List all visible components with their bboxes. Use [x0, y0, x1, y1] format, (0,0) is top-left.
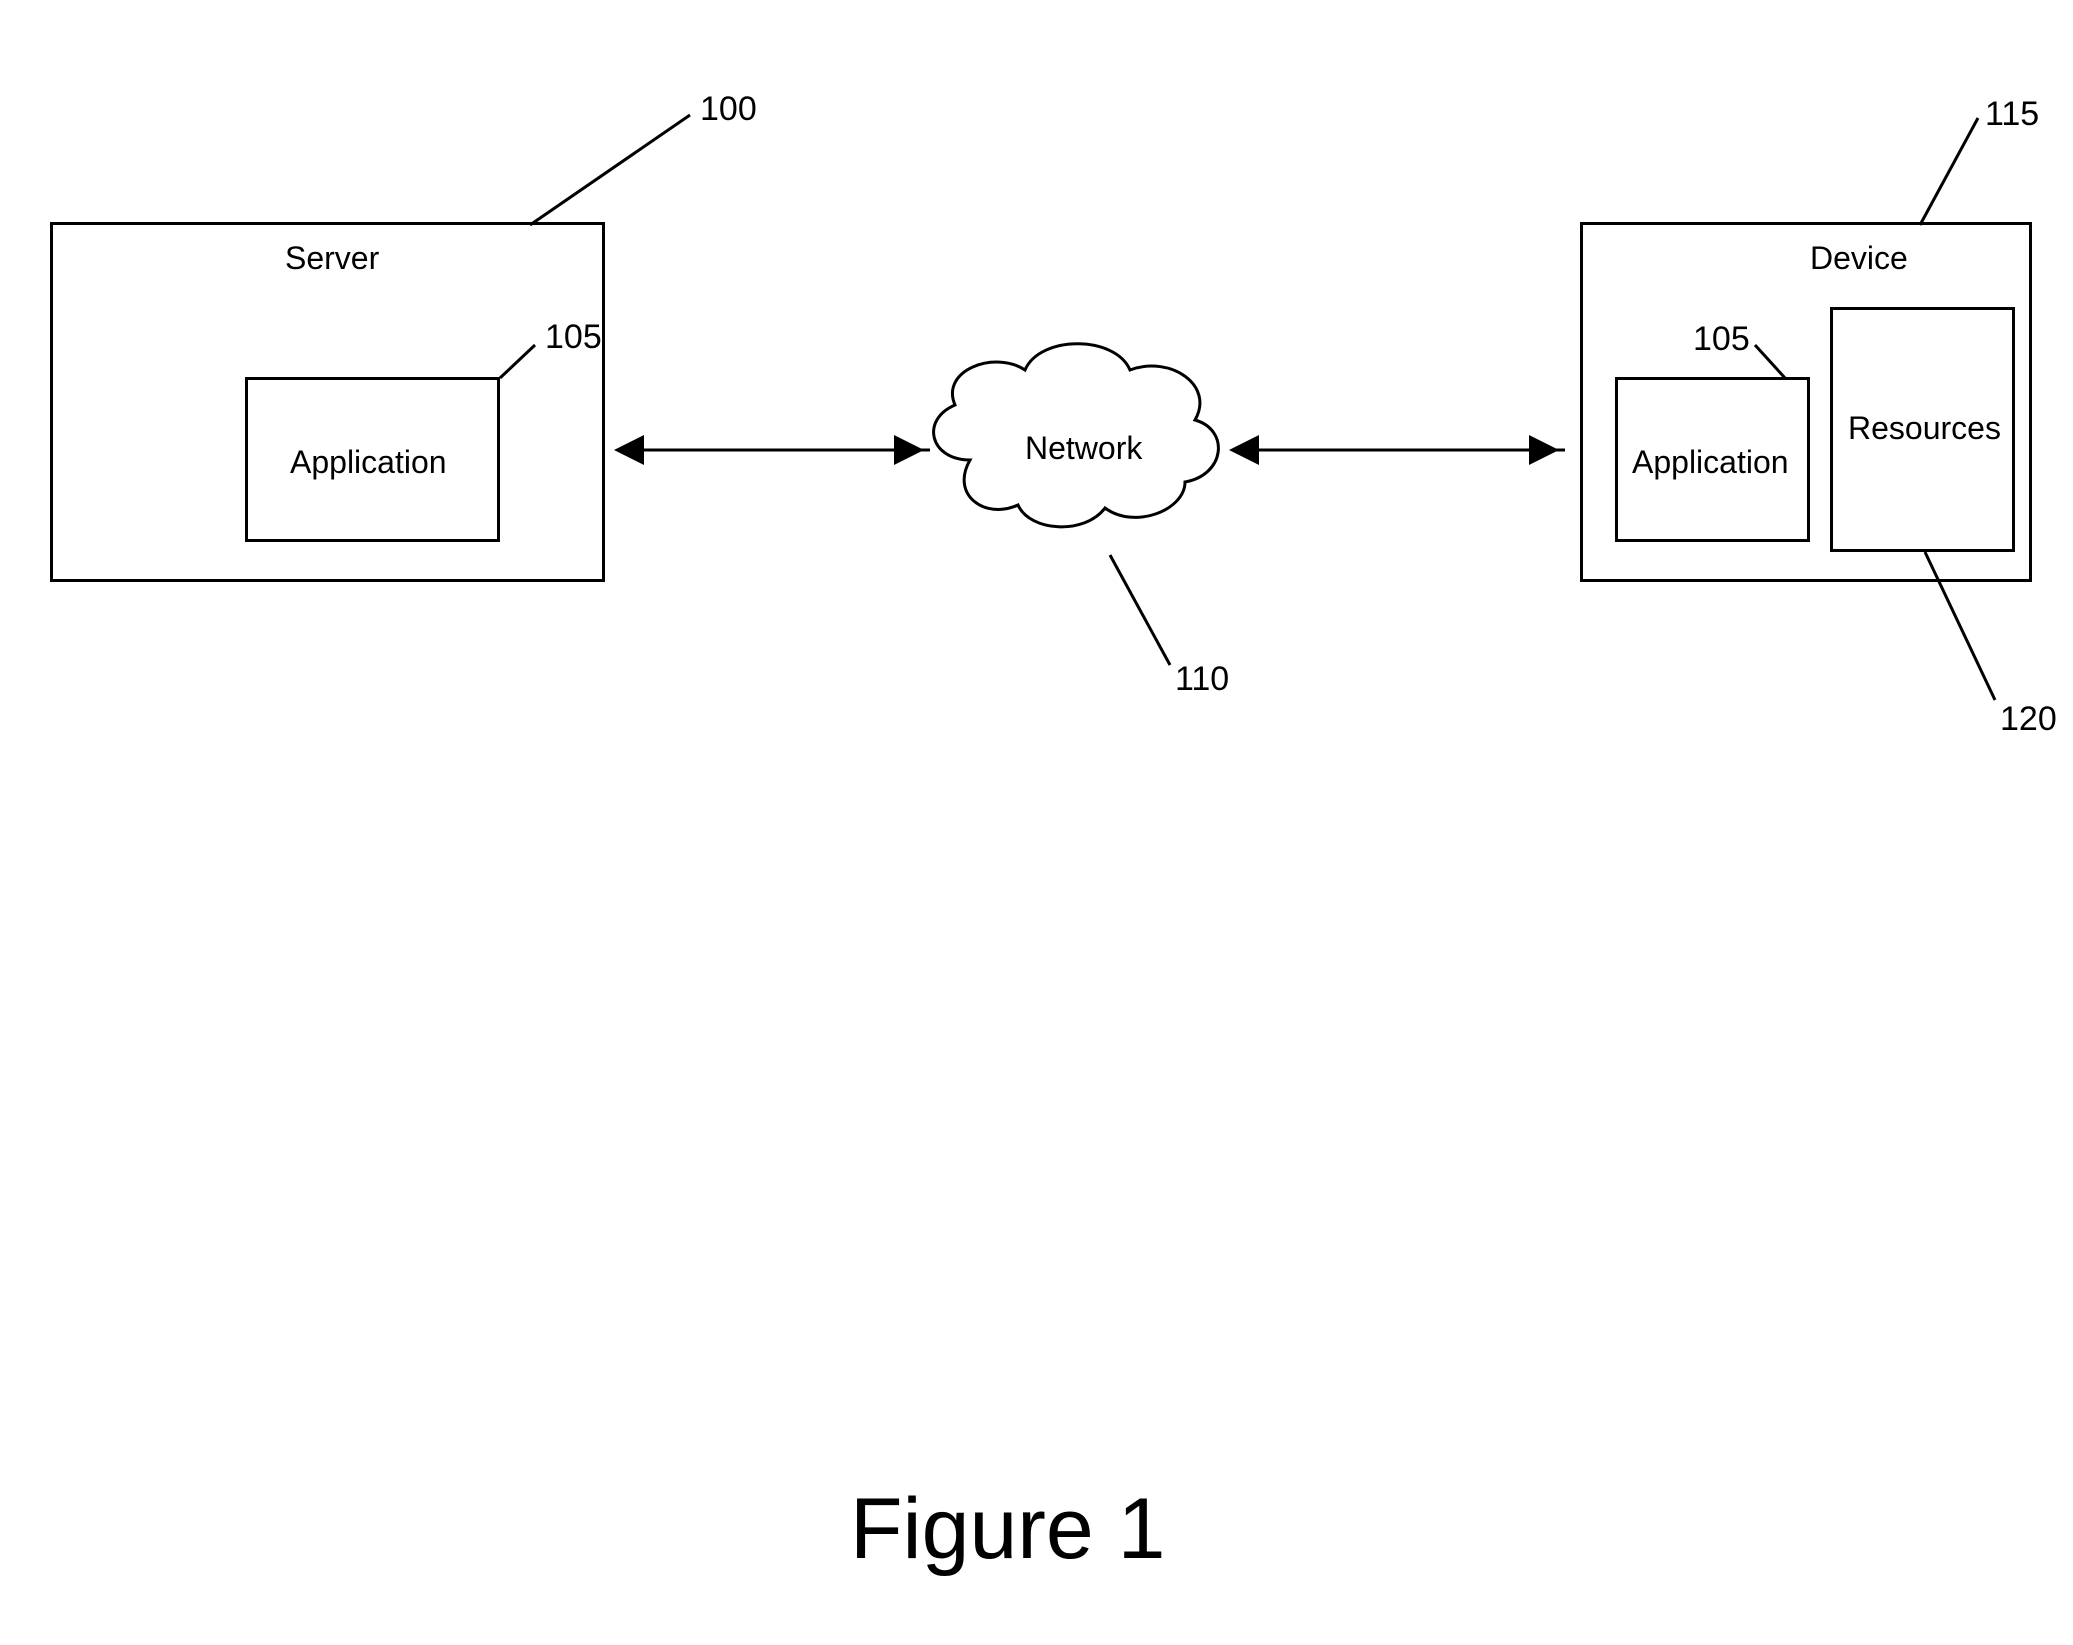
system-diagram: Server Application Device Application Re… — [0, 0, 2073, 1645]
figure-title: Figure 1 — [850, 1480, 1166, 1579]
server-network-connector — [0, 0, 2073, 1645]
